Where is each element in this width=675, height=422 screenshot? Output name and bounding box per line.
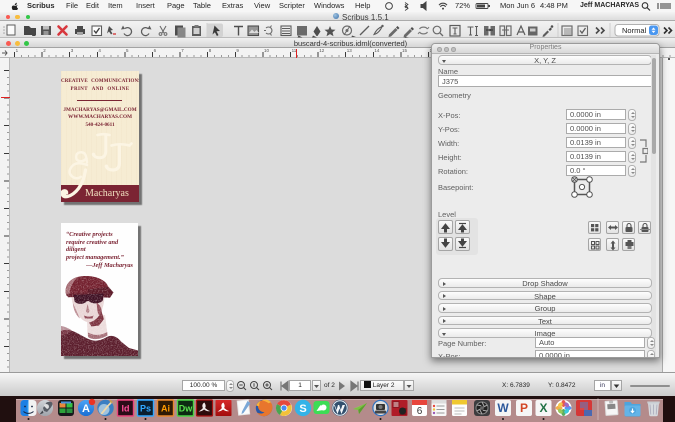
svg-text:Id: Id: [122, 404, 130, 414]
svg-text:Normal: Normal: [622, 26, 647, 35]
svg-text:P: P: [520, 401, 528, 415]
svg-text:Ai: Ai: [161, 404, 170, 414]
svg-text:Dw: Dw: [179, 404, 193, 414]
svg-text:A: A: [82, 403, 90, 415]
svg-text:S: S: [299, 403, 306, 415]
svg-text:Ps: Ps: [140, 404, 151, 414]
svg-text:6: 6: [417, 406, 423, 417]
svg-text:X: X: [539, 401, 547, 415]
svg-text:W: W: [497, 401, 509, 415]
